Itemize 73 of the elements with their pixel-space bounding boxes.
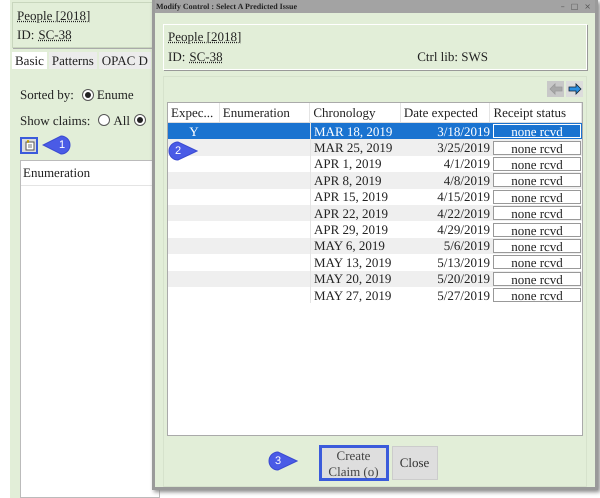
column-header: Expec... — [168, 103, 220, 122]
tab[interactable]: Basic — [12, 52, 47, 69]
step-callout: 2 — [168, 141, 198, 161]
table-cell-text: APR 29, 2019 — [313, 221, 390, 238]
option-label: Enume — [96, 86, 134, 104]
column-header: Chronology — [310, 103, 401, 122]
table-cell-text: MAR 25, 2019 — [313, 139, 394, 156]
ctrl-lib-label: Ctrl lib: SWS — [417, 50, 488, 63]
status-button[interactable]: none rcvd — [493, 238, 581, 253]
status-button[interactable]: none rcvd — [493, 140, 581, 155]
option-label: All — [113, 112, 130, 130]
table-cell-text: APR 1, 2019 — [313, 156, 383, 172]
status-button[interactable]: none rcvd — [493, 124, 581, 138]
table-cell-text: MAY 13, 2019 — [313, 254, 392, 271]
status-button[interactable]: none rcvd — [493, 173, 581, 188]
table-cell-text: 4/29/2019 — [436, 221, 491, 238]
table-cell-text: MAY 20, 2019 — [313, 270, 392, 287]
table-cell-text: APR 15, 2019 — [313, 188, 390, 205]
table-cell-text: 4/1/2019 — [442, 156, 491, 172]
left-arrow-icon — [548, 83, 562, 95]
table-cell-text: 4/8/2019 — [442, 172, 491, 189]
column-header: Receipt status — [490, 103, 582, 122]
table-cell-text: APR 8, 2019 — [313, 172, 383, 189]
table-cell-text: 5/27/2019 — [436, 286, 491, 304]
table-cell-text: MAY 6, 2019 — [313, 238, 386, 254]
add-document-icon — [24, 140, 34, 150]
radio-button[interactable] — [98, 114, 110, 126]
status-button[interactable]: none rcvd — [493, 288, 581, 302]
table-cell-text: MAR 18, 2019 — [313, 123, 394, 140]
radio-button[interactable] — [134, 114, 146, 126]
right-arrow-icon — [568, 83, 582, 95]
status-button[interactable]: none rcvd — [493, 222, 581, 237]
table-cell-text: 5/13/2019 — [436, 254, 491, 271]
window-title: Modify Control : Select A Predicted Issue — [156, 2, 298, 10]
status-button[interactable]: none rcvd — [493, 206, 581, 220]
table-row[interactable]: APR 22, 2019 4/22/2019 none rcvd — [168, 204, 582, 222]
next-button[interactable] — [566, 81, 583, 97]
table-cell-text: 3/18/2019 — [436, 123, 491, 140]
table-cell-text: 4/15/2019 — [436, 188, 491, 205]
radio-button[interactable] — [82, 88, 94, 101]
table-cell-text: MAY 27, 2019 — [313, 286, 392, 304]
id-value: SC-38 — [189, 50, 223, 63]
field-label: Sorted by: — [20, 86, 74, 104]
id-label: ID: — [17, 28, 34, 41]
table-row[interactable]: MAY 6, 2019 5/6/2019 none rcvd — [168, 238, 582, 254]
table-cell-text: 3/25/2019 — [436, 139, 491, 156]
table-row[interactable]: APR 8, 2019 4/8/2019 none rcvd — [168, 172, 582, 189]
table-cell-text: Y — [188, 123, 200, 140]
table-row[interactable]: MAY 20, 2019 5/20/2019 none rcvd — [168, 270, 582, 287]
table-cell-text: 4/22/2019 — [436, 204, 491, 222]
tab[interactable]: OPAC D — [98, 52, 151, 69]
record-title: People [2018] — [168, 30, 242, 43]
table-cell-text: 5/20/2019 — [436, 270, 491, 287]
step-callout: 3 — [268, 451, 298, 471]
table-row[interactable]: Y MAR 18, 2019 3/18/2019 none rcvd — [168, 123, 582, 140]
table-cell-text: APR 22, 2019 — [313, 204, 390, 222]
column-header: Enumeration — [220, 103, 310, 122]
close-button[interactable]: Close — [392, 446, 438, 480]
status-button[interactable]: none rcvd — [493, 190, 581, 204]
step-callout: 1 — [42, 135, 72, 155]
tab[interactable]: Patterns — [48, 52, 97, 69]
column-header: Date expected — [400, 103, 490, 122]
status-button[interactable]: none rcvd — [493, 255, 581, 270]
status-button[interactable]: none rcvd — [493, 272, 581, 286]
table-cell-text: 5/6/2019 — [442, 238, 491, 254]
field-label: Show claims: — [20, 112, 90, 130]
record-title: People [2018] — [17, 9, 92, 22]
id-label: ID: — [168, 50, 186, 63]
id-value: SC-38 — [38, 28, 72, 41]
table-row[interactable]: APR 15, 2019 4/15/2019 none rcvd — [168, 188, 582, 205]
create-claim-button[interactable]: Create Claim (o) — [318, 445, 388, 481]
add-button[interactable] — [20, 136, 38, 154]
status-button[interactable]: none rcvd — [493, 156, 581, 171]
